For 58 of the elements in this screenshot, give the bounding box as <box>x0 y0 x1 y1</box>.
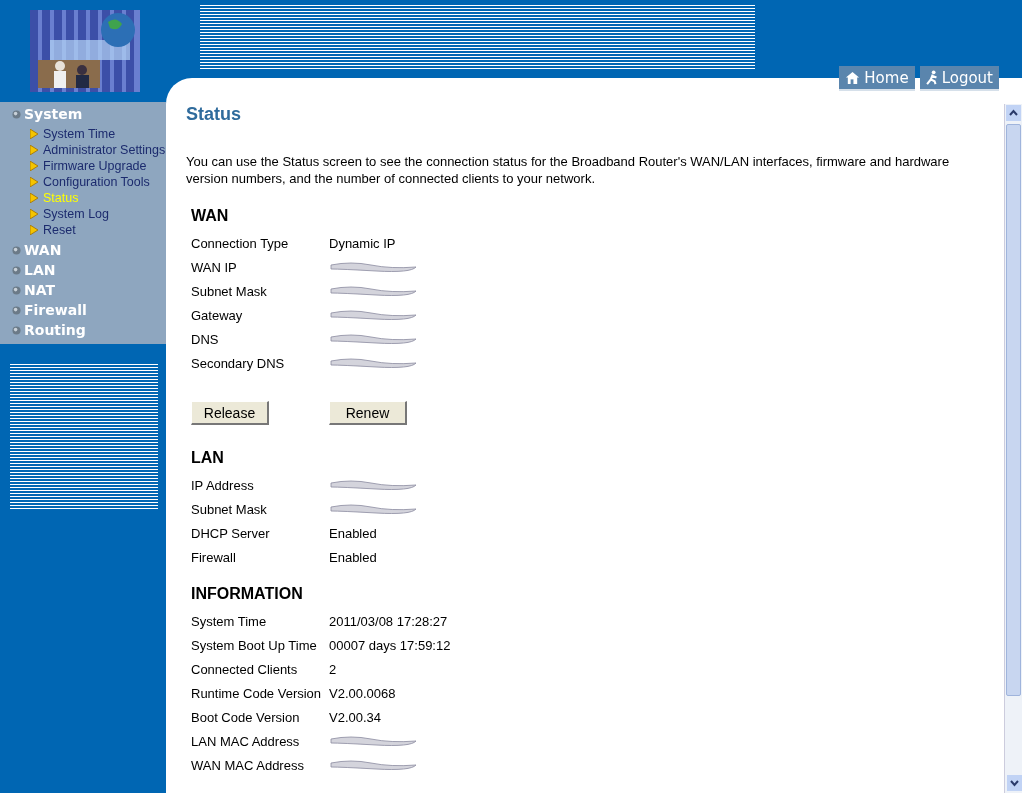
field-value: Dynamic IP <box>329 235 396 251</box>
field-value: V2.00.0068 <box>329 685 396 701</box>
field-label: Subnet Mask <box>191 501 268 517</box>
field-label: DHCP Server <box>191 525 271 541</box>
scroll-up-icon[interactable] <box>1006 105 1021 121</box>
field-label: Gateway <box>191 307 244 323</box>
submenu-item[interactable]: Administrator Settings <box>30 142 166 158</box>
field-value: Enabled <box>329 549 377 565</box>
menu-item[interactable]: LAN <box>0 260 56 280</box>
field-value: V2.00.34 <box>329 709 382 725</box>
menu-item[interactable]: NAT <box>0 280 55 300</box>
field-label: Connected Clients <box>191 661 299 677</box>
submenu-item[interactable]: Status <box>30 190 79 206</box>
submenu-item[interactable]: Configuration Tools <box>30 174 150 190</box>
section-title: LAN <box>191 449 225 467</box>
submenu-item[interactable]: System Time <box>30 126 116 142</box>
bullet-icon <box>12 109 21 119</box>
field-value: 2 <box>329 661 337 677</box>
field-label: Secondary DNS <box>191 355 286 371</box>
bullet-icon <box>12 325 21 335</box>
field-label: Firewall <box>191 549 237 565</box>
field-value: 00007 days 17:59:12 <box>329 637 451 653</box>
menu-item[interactable]: System <box>0 104 83 124</box>
menu-item[interactable]: Routing <box>0 320 86 340</box>
field-label: IP Address <box>191 477 255 493</box>
field-label: Subnet Mask <box>191 283 268 299</box>
action-button[interactable]: Renew <box>329 401 407 425</box>
field-label: Boot Code Version <box>191 709 301 725</box>
scrollbar[interactable] <box>1004 104 1022 793</box>
home-button[interactable]: Home <box>839 66 915 91</box>
logout-button[interactable]: Logout <box>919 66 999 91</box>
field-value: Enabled <box>329 525 377 541</box>
bullet-icon <box>12 245 21 255</box>
field-label: System Boot Up Time <box>191 637 318 653</box>
intro-text: You can use the Status screen to see the connection status for the Broadband Router's WAN/LAN interfaces, firmware and hardware version numbers, and the number of connected clients to your network. <box>186 153 951 187</box>
menu-item[interactable]: WAN <box>0 240 62 260</box>
running-person-icon <box>925 70 938 85</box>
house-icon <box>845 70 861 85</box>
submenu-item[interactable]: Firmware Upgrade <box>30 158 147 174</box>
field-label: LAN MAC Address <box>191 733 301 749</box>
field-label: WAN IP <box>191 259 238 275</box>
bullet-icon <box>12 265 21 275</box>
field-label: System Time <box>191 613 268 629</box>
bullet-icon <box>12 305 21 315</box>
field-value: 2011/03/08 17:28:27 <box>329 613 448 629</box>
submenu-item[interactable]: Reset <box>30 222 76 238</box>
field-label: WAN MAC Address <box>191 757 305 773</box>
section-title: INFORMATION <box>191 585 304 603</box>
menu-item[interactable]: Firewall <box>0 300 87 320</box>
submenu-item[interactable]: System Log <box>30 206 109 222</box>
field-label: Runtime Code Version <box>191 685 323 701</box>
page-title: Status <box>186 104 242 125</box>
field-label: Connection Type <box>191 235 290 251</box>
section-title: WAN <box>191 207 230 225</box>
action-button[interactable]: Release <box>191 401 269 425</box>
scroll-down-icon[interactable] <box>1007 775 1022 791</box>
bullet-icon <box>12 285 21 295</box>
field-label: DNS <box>191 331 220 347</box>
